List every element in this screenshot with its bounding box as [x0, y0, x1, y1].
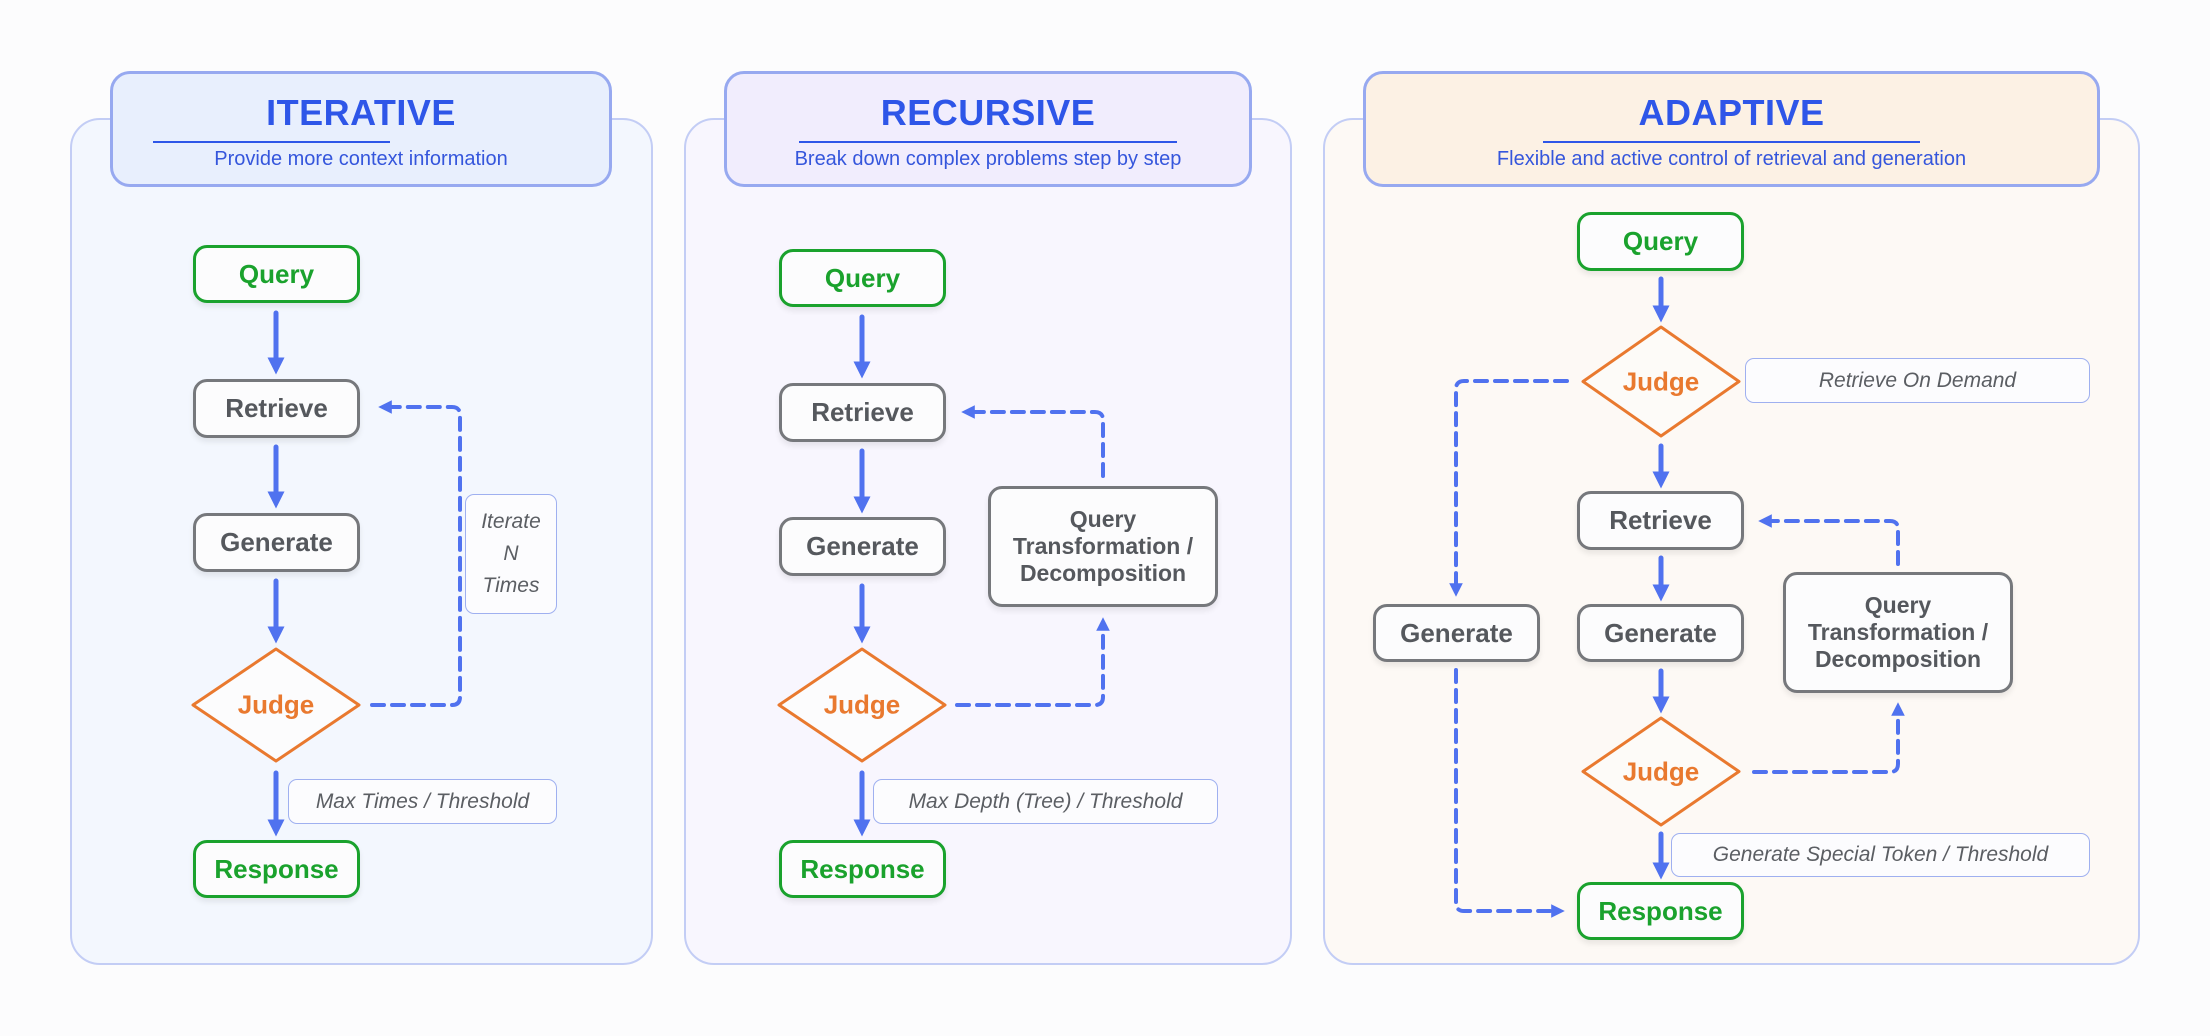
recursive-stop-condition-note: Max Depth (Tree) / Threshold [873, 779, 1218, 824]
adaptive-query-transformation-node: Query Transformation / Decomposition [1783, 572, 2013, 693]
judge-label: Judge [1622, 366, 1700, 396]
judge-label: Judge [1622, 756, 1700, 786]
recursive-response-node: Response [779, 840, 946, 898]
recursive-title: RECURSIVE [880, 92, 1096, 133]
node-line: Decomposition [1814, 646, 1982, 672]
retrieve-on-demand-note: Retrieve On Demand [1745, 358, 2090, 403]
adaptive-title: ADAPTIVE [1638, 92, 1825, 133]
iterative-title: ITERATIVE [266, 92, 456, 133]
adaptive-judge-retrieval-node: Judge [1581, 325, 1741, 438]
iterative-generate-node: Generate [193, 513, 360, 572]
node-line: Query [1069, 506, 1137, 532]
adaptive-subtitle: Flexible and active control of retrieval… [1496, 148, 1967, 170]
adaptive-response-node: Response [1577, 882, 1744, 940]
judge-label: Judge [237, 689, 315, 720]
note-line: N [503, 542, 519, 565]
iterative-retrieve-node: Retrieve [193, 379, 360, 438]
node-line: Decomposition [1019, 560, 1187, 586]
adaptive-generate-node: Generate [1577, 604, 1744, 662]
node-line: Query [1864, 592, 1932, 618]
iterative-judge-node: Judge [191, 647, 361, 763]
adaptive-direct-generate-node: Generate [1373, 604, 1540, 662]
recursive-header: RECURSIVE Break down complex problems st… [724, 71, 1252, 187]
note-line: Times [482, 574, 540, 597]
iterative-stop-condition-note: Max Times / Threshold [288, 779, 557, 824]
iterative-response-node: Response [193, 840, 360, 898]
iterative-panel [70, 118, 653, 965]
note-line: Iterate [481, 510, 541, 533]
header-divider [153, 141, 390, 143]
recursive-query-node: Query [779, 249, 946, 307]
recursive-query-transformation-node: Query Transformation / Decomposition [988, 486, 1218, 607]
adaptive-retrieve-node: Retrieve [1577, 491, 1744, 550]
adaptive-judge-generation-node: Judge [1581, 716, 1741, 827]
adaptive-query-node: Query [1577, 212, 1744, 271]
adaptive-stop-condition-note: Generate Special Token / Threshold [1671, 833, 2090, 877]
header-divider [1543, 141, 1920, 143]
iterative-header: ITERATIVE Provide more context informati… [110, 71, 612, 187]
header-divider [799, 141, 1177, 143]
adaptive-header: ADAPTIVE Flexible and active control of … [1363, 71, 2100, 187]
recursive-retrieve-node: Retrieve [779, 383, 946, 442]
judge-label: Judge [823, 689, 901, 720]
node-line: Transformation / [1012, 533, 1194, 559]
recursive-judge-node: Judge [777, 647, 947, 763]
iterate-n-times-note: Iterate N Times [465, 494, 557, 614]
iterative-query-node: Query [193, 245, 360, 303]
node-line: Transformation / [1807, 619, 1989, 645]
recursive-generate-node: Generate [779, 517, 946, 576]
iterative-subtitle: Provide more context information [214, 148, 508, 170]
recursive-subtitle: Break down complex problems step by step [794, 148, 1182, 170]
